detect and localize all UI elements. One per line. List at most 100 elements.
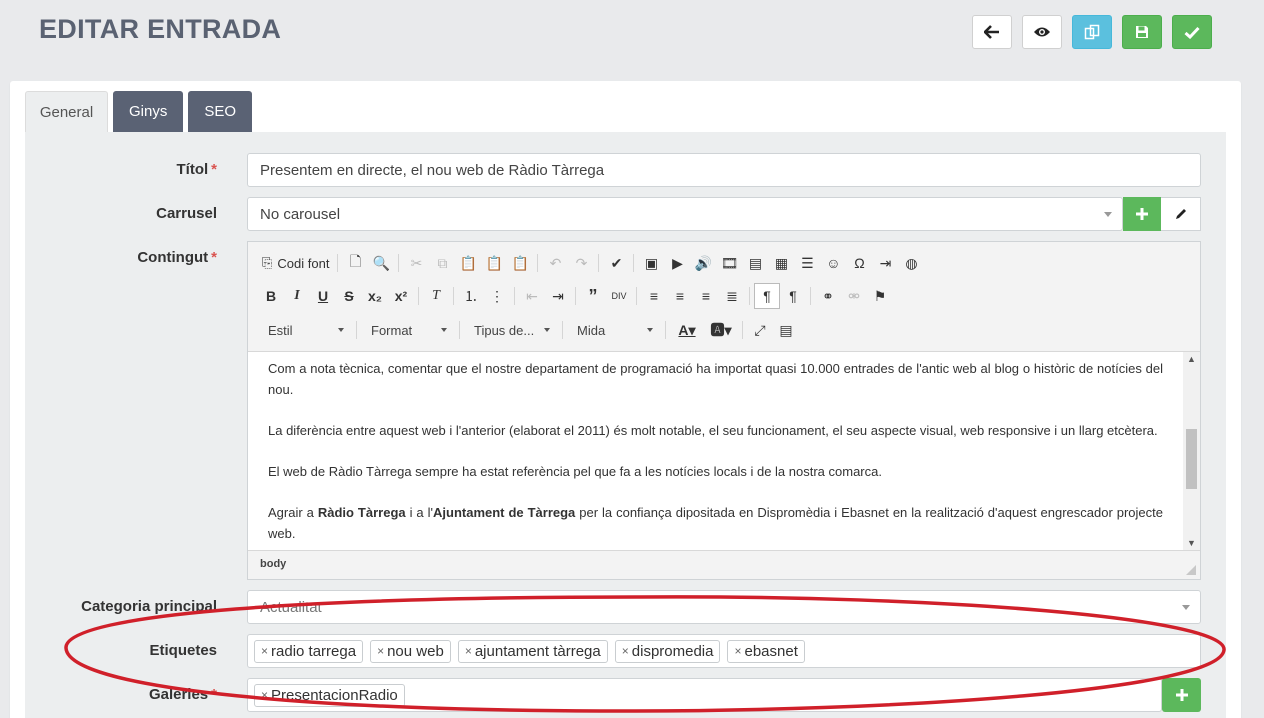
tags-label: Etiquetes [149, 642, 217, 659]
show-blocks-icon[interactable]: ▤ [773, 317, 799, 343]
blockquote-icon[interactable]: ” [580, 283, 606, 309]
paste-text-icon[interactable]: 📋 [481, 250, 507, 276]
editor-scrollbar[interactable]: ▲ ▼ [1183, 352, 1200, 550]
preview-page-icon[interactable]: 🔍 [368, 250, 394, 276]
tab-ginys[interactable]: Ginys [113, 91, 184, 132]
rich-text-editor: ⎘ Codi font 🗋 🔍 ✂ ⧉ 📋 📋 📋 ↶ ↷ ✔ ▣ ▶ 🔊 🎞 ▤… [247, 241, 1201, 580]
scroll-thumb[interactable] [1186, 429, 1197, 489]
youtube-icon[interactable]: ▶ [664, 250, 690, 276]
undo-icon[interactable]: ↶ [542, 250, 568, 276]
source-code-button[interactable]: ⎘ Codi font [258, 250, 333, 276]
editor-toolbar-row-1: ⎘ Codi font 🗋 🔍 ✂ ⧉ 📋 📋 📋 ↶ ↷ ✔ ▣ ▶ 🔊 🎞 ▤… [258, 250, 924, 276]
unlink-icon[interactable]: ⚮ [841, 283, 867, 309]
plus-icon [1175, 689, 1188, 701]
bg-color-icon[interactable]: 🅰▾ [704, 317, 738, 343]
scroll-up-icon[interactable]: ▲ [1187, 354, 1196, 364]
align-center-icon[interactable]: ≡ [667, 283, 693, 309]
floppy-disk-icon [1136, 26, 1148, 38]
tag-chip: × ajuntament tàrrega [457, 639, 608, 663]
bold-icon[interactable]: B [258, 283, 284, 309]
back-button[interactable] [972, 15, 1012, 49]
page-break-icon[interactable]: ⇥ [872, 250, 898, 276]
outdent-icon[interactable]: ⇤ [519, 283, 545, 309]
horizontal-rule-icon[interactable]: ☰ [794, 250, 820, 276]
category-select[interactable]: Actualitat [247, 590, 1201, 624]
tags-input[interactable]: × radio tarrega × nou web × ajuntament tàrr… [247, 634, 1201, 668]
plus-icon [1136, 208, 1148, 220]
remove-gallery-icon[interactable]: × [261, 688, 268, 702]
title-field[interactable]: Presentem en directe, el nou web de Ràdi… [247, 153, 1201, 187]
editor-content-area[interactable]: Com a nota tècnica, comentar que el nost… [248, 351, 1200, 551]
paste-word-icon[interactable]: 📋 [507, 250, 533, 276]
carousel-select[interactable]: No carousel [247, 197, 1123, 231]
underline-icon[interactable]: U [310, 283, 336, 309]
remove-format-icon[interactable]: T [423, 283, 449, 309]
justify-icon[interactable]: ≣ [719, 283, 745, 309]
save-button[interactable] [1122, 15, 1162, 49]
element-path[interactable]: body [260, 558, 286, 570]
video-icon[interactable]: 🎞 [716, 250, 742, 276]
size-combo[interactable]: Mida [567, 319, 661, 341]
content-paragraph: El web de Ràdio Tàrrega sempre ha estat … [268, 464, 882, 479]
galleries-label: Galeries * [148, 686, 217, 703]
bullet-list-icon[interactable]: ⋮ [484, 283, 510, 309]
spellcheck-icon[interactable]: ✔ [603, 250, 629, 276]
source-icon: ⎘ [262, 255, 273, 270]
resize-handle-icon[interactable] [1186, 565, 1196, 575]
duplicate-button[interactable] [1072, 15, 1112, 49]
preview-button[interactable] [1022, 15, 1062, 49]
new-page-icon[interactable]: 🗋 [342, 250, 368, 276]
paste-icon[interactable]: 📋 [455, 250, 481, 276]
style-combo[interactable]: Estil [258, 319, 352, 341]
numbered-list-icon[interactable]: ⒈ [458, 283, 484, 309]
maximize-icon[interactable]: ⤢ [747, 317, 773, 343]
font-combo[interactable]: Tipus de... [464, 319, 558, 341]
remove-tag-icon[interactable]: × [261, 644, 268, 658]
gallery-chip: × PresentacionRadio [254, 683, 405, 707]
strike-icon[interactable]: S [336, 283, 362, 309]
tab-general[interactable]: General [25, 91, 108, 132]
anchor-flag-icon[interactable]: ⚑ [867, 283, 893, 309]
save-close-button[interactable] [1172, 15, 1212, 49]
add-carousel-button[interactable] [1123, 197, 1161, 231]
remove-tag-icon[interactable]: × [734, 644, 741, 658]
italic-icon[interactable]: I [284, 283, 310, 309]
image-icon[interactable]: ▣ [638, 250, 664, 276]
special-char-icon[interactable]: Ω [846, 250, 872, 276]
cut-icon[interactable]: ✂ [403, 250, 429, 276]
add-gallery-button[interactable] [1162, 678, 1201, 712]
pencil-icon [1175, 209, 1186, 219]
link-icon[interactable]: ⚭ [815, 283, 841, 309]
tab-seo[interactable]: SEO [188, 91, 253, 132]
scroll-down-icon[interactable]: ▼ [1187, 538, 1196, 548]
smiley-icon[interactable]: ☺ [820, 250, 846, 276]
galleries-input[interactable]: × PresentacionRadio [247, 678, 1162, 712]
div-icon[interactable]: DIV [606, 283, 632, 309]
remove-tag-icon[interactable]: × [465, 644, 472, 658]
superscript-icon[interactable]: x² [388, 283, 414, 309]
flash-icon[interactable]: ▤ [742, 250, 768, 276]
subscript-icon[interactable]: x₂ [362, 283, 388, 309]
page-title: EDITAR ENTRADA [39, 14, 282, 44]
format-combo[interactable]: Format [361, 319, 455, 341]
table-icon[interactable]: ▦ [768, 250, 794, 276]
category-label: Categoria principal [81, 598, 217, 615]
tag-chip: × radio tarrega [254, 639, 364, 663]
iframe-icon[interactable]: ◍ [898, 250, 924, 276]
content-label: Contingut * [137, 249, 217, 266]
text-color-icon[interactable]: A▾ [670, 317, 704, 343]
eye-icon [1034, 27, 1050, 37]
audio-icon[interactable]: 🔊 [690, 250, 716, 276]
ltr-icon[interactable]: ¶ [754, 283, 780, 309]
copy-text-icon[interactable]: ⧉ [429, 250, 455, 276]
edit-carousel-button[interactable] [1161, 197, 1201, 231]
align-left-icon[interactable]: ≡ [641, 283, 667, 309]
align-right-icon[interactable]: ≡ [693, 283, 719, 309]
tag-chip: × dispromedia [614, 639, 721, 663]
remove-tag-icon[interactable]: × [377, 644, 384, 658]
check-icon [1184, 26, 1200, 39]
remove-tag-icon[interactable]: × [622, 644, 629, 658]
redo-icon[interactable]: ↷ [568, 250, 594, 276]
rtl-icon[interactable]: ¶ [780, 283, 806, 309]
indent-icon[interactable]: ⇥ [545, 283, 571, 309]
